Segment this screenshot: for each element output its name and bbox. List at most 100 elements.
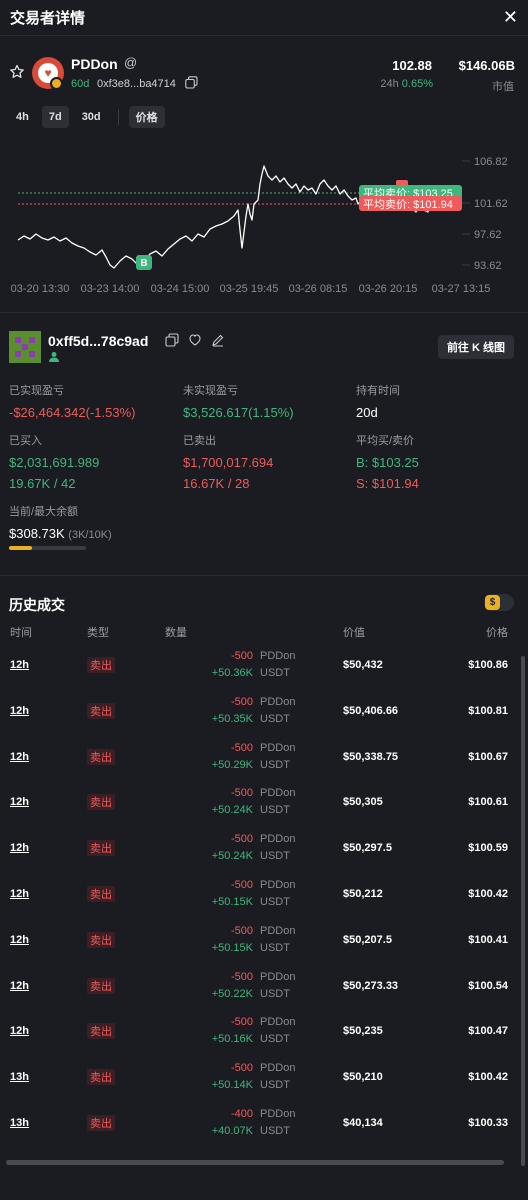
tab-4h[interactable]: 4h [9,106,36,128]
vertical-scrollbar[interactable] [521,656,525,1166]
table-row[interactable]: 12h 卖出 -500 PDDon +50.22K USDT $50,273.33 $100.… [0,971,528,1017]
realized-pnl: 已实现盈亏 -$26,464.342(-1.53%) [9,382,135,420]
trade-time[interactable]: 13h [10,1117,29,1129]
balance-label: 当前/最大余额 [9,506,79,518]
qty-token: -500 [230,650,253,662]
tab-30d[interactable]: 30d [75,106,108,128]
table-row[interactable]: 12h 卖出 -500 PDDon +50.35K USDT $50,406.66 $100.… [0,696,528,742]
qty-token: -500 [230,1016,253,1029]
qty-usdt-symbol: USDT [260,1125,290,1137]
table-row[interactable]: 13h 卖出 -500 PDDon +50.14K USDT $50,210 $100.42 [0,1062,528,1108]
copy-icon[interactable] [185,76,198,89]
trade-value: $50,207.5 [343,933,392,946]
star-icon[interactable] [9,64,25,80]
trade-value: $50,432 [343,659,383,671]
bought-value: $2,031,691.989 [9,455,100,470]
trade-price: $100.54 [468,979,508,992]
table-row[interactable]: 12h 卖出 -500 PDDon +50.24K USDT $50,305 $100.61 [0,787,528,833]
qty-usdt: +50.35K [211,712,253,725]
qty-token-symbol: PDDon [260,1016,296,1029]
trade-time[interactable]: 12h [10,751,29,763]
qty-usdt: +50.16K [211,1033,253,1046]
qty-usdt: +50.36K [211,667,253,679]
trade-type: 卖出 [87,886,115,902]
tab-7d[interactable]: 7d [41,106,69,128]
qty-usdt-symbol: USDT [260,667,290,679]
qty-usdt-symbol: USDT [260,758,290,771]
verified-badge [50,77,63,90]
balance-bar-fill [9,546,33,550]
trade-time[interactable]: 12h [10,934,29,946]
avg-price: 平均买/卖价 B: $103.25 S: $101.94 [356,432,419,491]
qty-usdt: +40.07K [211,1125,253,1137]
qty-usdt-symbol: USDT [260,941,290,954]
qty-token-symbol: PDDon [260,970,296,983]
trade-value: $50,235 [343,1025,383,1038]
qty-token: -500 [230,833,253,846]
table-row[interactable]: 12h 卖出 -500 PDDon +50.29K USDT $50,338.75 $100.… [0,742,528,788]
qty-token-symbol: PDDon [260,741,296,754]
trade-value: $50,210 [343,1071,383,1084]
trade-time[interactable]: 12h [10,796,29,808]
qty-usdt-symbol: USDT [260,896,290,908]
trade-time[interactable]: 12h [10,842,29,854]
trade-time[interactable]: 12h [10,659,29,671]
token-name: PDDon [71,56,118,72]
trade-type: 卖出 [87,794,115,811]
trade-price: $100.42 [468,1071,508,1084]
table-row[interactable]: 12h 卖出 -500 PDDon +50.15K USDT $50,207.5 $100.4… [0,925,528,971]
qty-token-symbol: PDDon [260,924,296,937]
y-tick-label: 106.82 [474,156,508,168]
qty-token: -500 [230,787,253,800]
table-row[interactable]: 12h 卖出 -500 PDDon +50.24K USDT $50,297.5 $100.5… [0,833,528,879]
edit-icon[interactable] [211,333,225,347]
price-toggle[interactable]: 价格 [128,106,165,128]
trade-type: 卖出 [87,702,115,719]
table-row[interactable]: 12h 卖出 -500 PDDon +50.16K USDT $50,235 $100.47 [0,1016,528,1062]
col-value: 价值 [343,627,365,639]
x-tick-label: 03-24 15:00 [151,283,210,295]
trade-price: $100.67 [468,750,508,763]
bought-sub: 19.67K / 42 [9,476,76,491]
trade-time[interactable]: 12h [10,888,29,900]
token-age: 60d [71,78,90,90]
qty-usdt-symbol: USDT [260,850,290,863]
qty-token-symbol: PDDon [260,879,296,891]
x-tick-label: 03-27 13:15 [432,283,491,295]
currency-toggle[interactable]: $ [484,594,514,611]
col-type: 类型 [87,627,109,639]
trade-time[interactable]: 12h [10,705,29,717]
trade-price: $100.86 [468,659,508,671]
change-value: 0.65% [401,78,433,90]
balance-value: $308.73K [9,526,65,541]
horizontal-scrollbar[interactable] [6,1160,504,1165]
qty-usdt-symbol: USDT [260,1079,290,1092]
market-cap: $146.06B [458,58,515,73]
avg-label: 平均买/卖价 [356,435,415,447]
x-tick-label: 03-26 20:15 [359,283,418,295]
qty-usdt-symbol: USDT [260,804,290,817]
trade-time[interactable]: 12h [10,1025,29,1037]
sold: 已卖出 $1,700,017.694 16.67K / 28 [183,432,273,491]
table-row[interactable]: 12h 卖出 -500 PDDon +50.15K USDT $50,212 $100.42 [0,879,528,925]
sold-value: $1,700,017.694 [183,455,274,470]
trade-time[interactable]: 12h [10,980,29,992]
y-tick-label: 97.62 [474,229,502,241]
kline-button[interactable]: 前往 K 线图 [437,335,514,359]
table-row[interactable]: 12h 卖出 -500 PDDon +50.36K USDT $50,432 $100.86 [0,650,528,696]
trade-price: $100.59 [468,842,508,855]
trade-price: $100.33 [468,1117,508,1129]
copy-icon[interactable] [165,333,179,347]
close-icon[interactable]: ✕ [503,7,518,28]
token-avatar: ♥ [32,57,64,90]
dollar-icon: $ [485,595,500,610]
qty-usdt-symbol: USDT [260,987,290,1000]
x-tick-label: 03-23 14:00 [81,283,140,295]
heart-icon[interactable] [188,333,202,347]
col-time: 时间 [10,627,32,639]
trade-time[interactable]: 13h [10,1071,29,1083]
at-icon: @ [124,55,138,70]
qty-token: -500 [230,741,253,754]
qty-usdt-symbol: USDT [260,1033,290,1046]
table-row[interactable]: 13h 卖出 -400 PDDon +40.07K USDT $40,134 $100.33 [0,1108,528,1154]
